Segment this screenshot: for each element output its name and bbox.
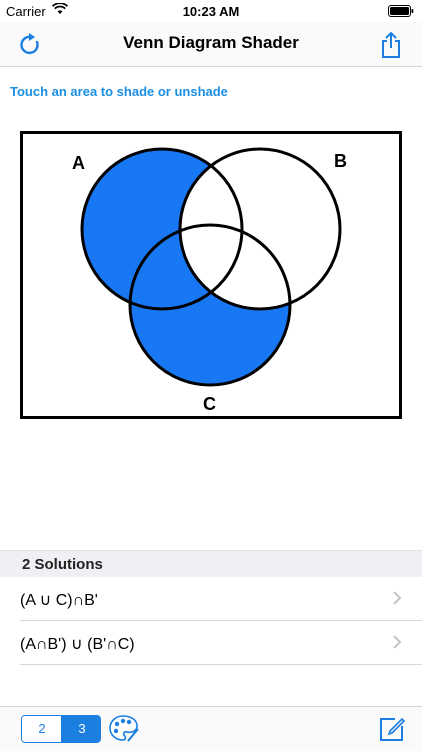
- palette-icon: [109, 715, 139, 742]
- segment-2[interactable]: 2: [22, 716, 62, 742]
- share-icon: [382, 31, 400, 58]
- solution-row[interactable]: (A ∪ C)∩B': [0, 577, 422, 621]
- solutions-count: 2 Solutions: [22, 556, 103, 573]
- chevron-right-icon: [392, 590, 402, 611]
- palette-button[interactable]: [108, 713, 140, 748]
- venn-diagram[interactable]: A B C: [20, 131, 402, 419]
- solution-row[interactable]: (A∩B') ∪ (B'∩C): [0, 621, 422, 665]
- share-button[interactable]: [376, 30, 406, 60]
- instruction-text: Touch an area to shade or unshade: [10, 84, 228, 99]
- label-c: C: [203, 394, 216, 414]
- status-bar: Carrier 10:23 AM: [0, 0, 422, 22]
- clock: 10:23 AM: [182, 4, 240, 19]
- set-count-segmented-control[interactable]: 2 3: [21, 715, 101, 743]
- label-a: A: [72, 153, 85, 173]
- bottom-toolbar: 2 3: [0, 706, 422, 751]
- solution-text: (A∩B') ∪ (B'∩C): [20, 636, 135, 653]
- navigation-bar: Venn Diagram Shader: [0, 22, 422, 67]
- edit-icon: [380, 717, 406, 741]
- chevron-right-icon: [392, 634, 402, 655]
- battery-icon: [388, 5, 414, 20]
- label-b: B: [334, 151, 347, 171]
- segment-3[interactable]: 3: [61, 716, 100, 742]
- solutions-header: 2 Solutions: [0, 550, 422, 577]
- page-title: Venn Diagram Shader: [123, 33, 299, 52]
- solution-text: (A ∪ C)∩B': [20, 592, 98, 609]
- edit-button[interactable]: [378, 715, 406, 748]
